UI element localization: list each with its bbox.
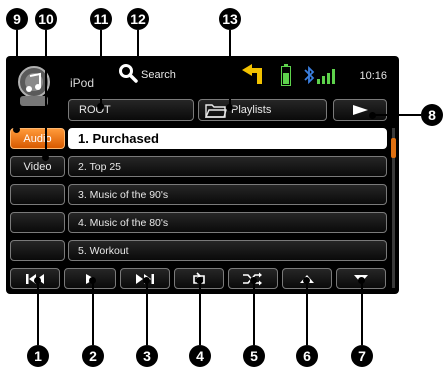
callout-marker xyxy=(134,62,141,69)
play-current-button[interactable] xyxy=(333,99,387,121)
callout-leader xyxy=(146,280,148,345)
callout-badge: 10 xyxy=(35,8,57,30)
callout-badge: 12 xyxy=(127,8,149,30)
callout-marker xyxy=(250,277,257,284)
list-item-label: 2. Top 25 xyxy=(78,160,122,173)
list-item[interactable]: 2. Top 25 xyxy=(68,156,387,177)
callout-marker xyxy=(89,277,96,284)
callout-badge: 8 xyxy=(421,104,443,126)
callout-badge: 11 xyxy=(90,8,112,30)
path-playlists-label: Playlists xyxy=(231,104,272,116)
sidebar-item-label: Audio xyxy=(23,132,52,145)
signal-strength-icon xyxy=(317,68,337,89)
callout-marker xyxy=(369,112,376,119)
callout-badge: 9 xyxy=(6,8,28,30)
callout-marker xyxy=(303,277,310,284)
callout-badge: 5 xyxy=(243,345,265,367)
folder-icon xyxy=(205,102,227,118)
ipod-screen: iPod Search 10:16 ROOT Playlists Audio V… xyxy=(6,56,399,294)
sidebar-empty-slot xyxy=(10,212,65,233)
list-item[interactable]: 3. Music of the 90's xyxy=(68,184,387,205)
callout-marker xyxy=(226,104,233,111)
path-root-button[interactable]: ROOT xyxy=(68,99,194,121)
search-button[interactable]: Search xyxy=(118,63,176,87)
callout-badge: 2 xyxy=(82,345,104,367)
callout-leader xyxy=(253,280,255,345)
callout-marker xyxy=(34,277,41,284)
callout-marker xyxy=(196,277,203,284)
list-item[interactable]: 5. Workout xyxy=(68,240,387,261)
callout-marker xyxy=(143,277,150,284)
battery-icon xyxy=(281,64,291,91)
callout-leader xyxy=(373,114,421,116)
callout-leader xyxy=(361,280,363,345)
bluetooth-icon xyxy=(303,65,315,90)
list-item-label: 3. Music of the 90's xyxy=(78,188,169,201)
clock: 10:16 xyxy=(359,70,387,82)
navigation-arrow-icon xyxy=(240,62,266,91)
callout-badge: 6 xyxy=(296,345,318,367)
callout-leader xyxy=(229,30,231,107)
list-item-label: 1. Purchased xyxy=(78,131,159,146)
callout-badge: 13 xyxy=(219,8,241,30)
list-item-label: 5. Workout xyxy=(78,244,129,257)
list-item[interactable]: 4. Music of the 80's xyxy=(68,212,387,233)
callout-leader xyxy=(199,280,201,345)
sidebar-item-video[interactable]: Video xyxy=(10,156,65,177)
callout-marker xyxy=(97,103,104,110)
callout-leader xyxy=(100,30,102,106)
callout-leader xyxy=(92,280,94,345)
callout-marker xyxy=(42,154,49,161)
callout-leader xyxy=(16,30,18,130)
list-item-label: 4. Music of the 80's xyxy=(78,216,169,229)
callout-marker xyxy=(358,277,365,284)
callout-leader xyxy=(306,280,308,345)
sidebar-empty-slot xyxy=(10,184,65,205)
status-bar: iPod Search 10:16 xyxy=(6,56,399,106)
search-label: Search xyxy=(141,69,176,81)
play-arrow-icon xyxy=(353,105,368,115)
sidebar-item-label: Video xyxy=(23,160,52,173)
callout-badge: 4 xyxy=(189,345,211,367)
path-root-label: ROOT xyxy=(79,104,111,116)
callout-leader xyxy=(45,30,47,157)
callout-badge: 1 xyxy=(27,345,49,367)
sidebar-empty-slot xyxy=(10,240,65,261)
callout-leader xyxy=(137,30,139,65)
scrollbar-thumb[interactable] xyxy=(391,138,396,158)
app-title: iPod xyxy=(70,76,95,90)
callout-marker xyxy=(13,126,20,133)
path-playlists-button[interactable]: Playlists xyxy=(198,99,327,121)
callout-badge: 7 xyxy=(351,345,373,367)
list-item[interactable]: 1. Purchased xyxy=(68,128,387,149)
callout-badge: 3 xyxy=(136,345,158,367)
callout-leader xyxy=(37,280,39,345)
